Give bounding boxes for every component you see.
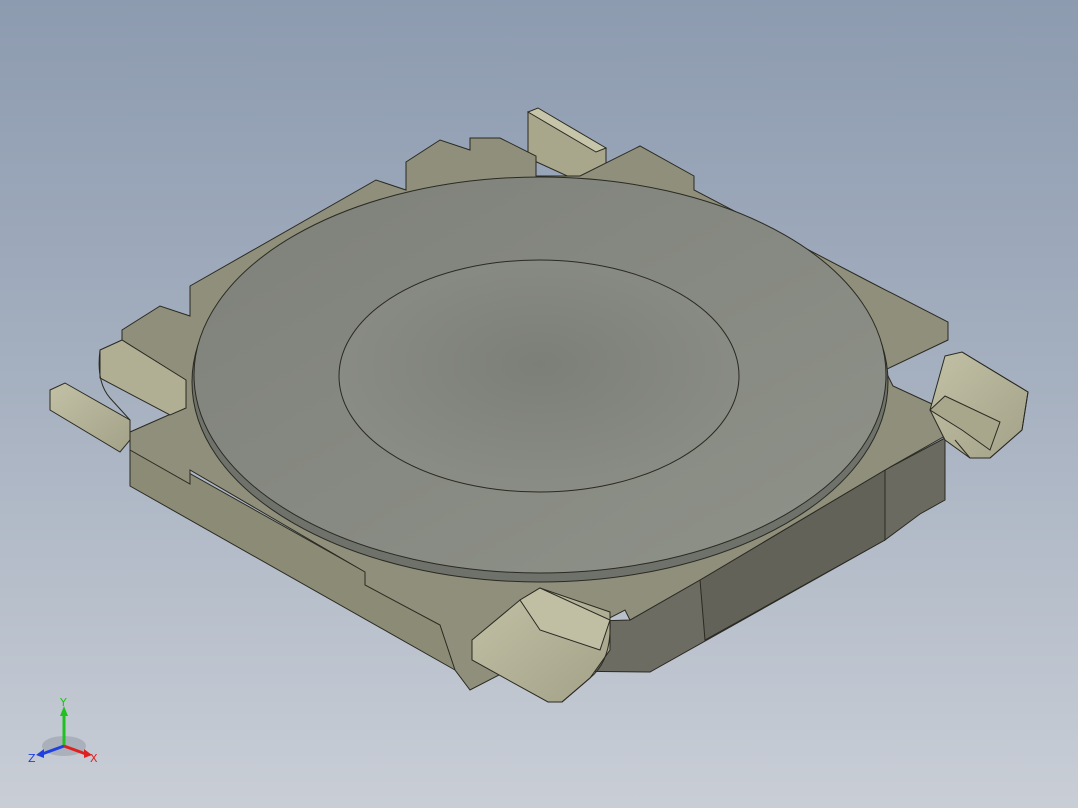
x-axis-label: X <box>90 752 98 765</box>
dome-actuator[interactable] <box>338 259 740 493</box>
z-axis-label: Z <box>28 752 36 765</box>
cad-viewport[interactable]: Y X Z <box>0 0 1078 808</box>
orientation-triad[interactable]: Y X Z <box>26 694 106 774</box>
y-axis-label: Y <box>59 696 67 709</box>
3d-model-tact-switch[interactable] <box>0 0 1078 808</box>
z-arrow-icon <box>36 749 44 758</box>
